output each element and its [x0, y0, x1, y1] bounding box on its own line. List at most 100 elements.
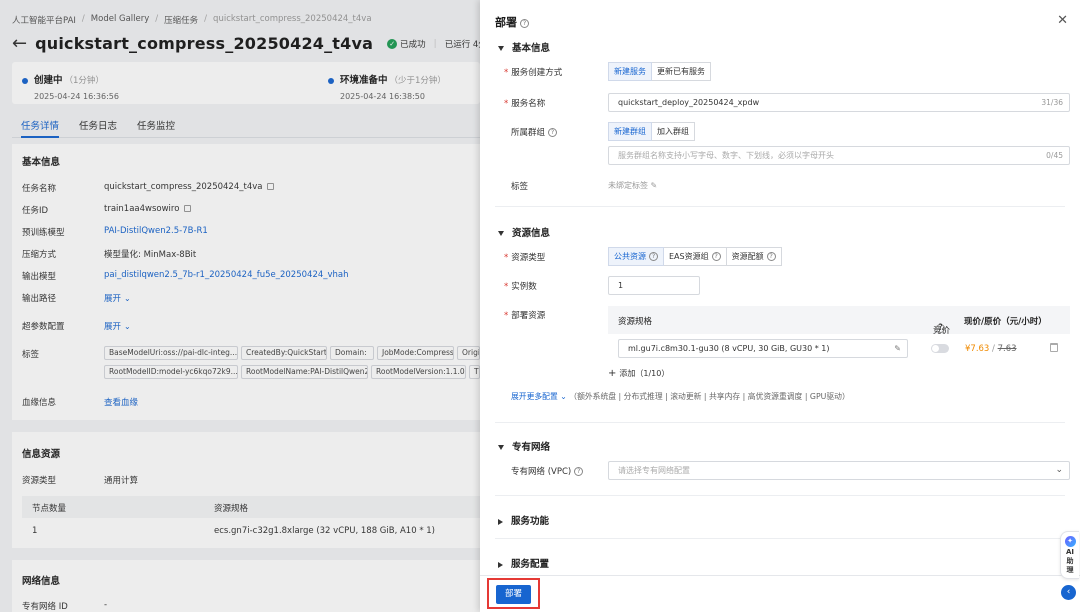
help-icon[interactable]: ? — [936, 324, 945, 333]
spec-cell: ecs.gn7i-c32g1.8xlarge (32 vCPU, 188 GiB… — [214, 526, 435, 536]
back-arrow-icon[interactable]: ← — [12, 34, 27, 53]
tab-job-details[interactable]: 任务详情 — [21, 112, 60, 138]
table-row: 1 ecs.gn7i-c32g1.8xlarge (32 vCPU, 188 G… — [22, 520, 480, 542]
resource-info-card: 信息资源 资源类型 通用计算 节点数量 资源规格 1 ecs.gn7i-c32g… — [12, 432, 480, 548]
divider — [495, 538, 1065, 539]
field-label: 专有网络 ID — [22, 602, 68, 612]
service-name-label: * 服务名称 — [504, 99, 546, 109]
caret-down-icon — [498, 46, 504, 51]
status-badge: ✓ 已成功 — [387, 38, 426, 50]
breadcrumb-item[interactable]: 压缩任务 — [164, 14, 198, 26]
output-path-expand[interactable]: 展开 ⌄ — [104, 292, 131, 304]
option-eas-resource-group[interactable]: EAS资源组? — [663, 247, 727, 266]
deploy-resource-label: * 部署资源 — [504, 311, 546, 321]
more-config-items: （额外系统盘 | 分布式推理 | 滚动更新 | 共享内存 | 高优资源重调度 |… — [569, 392, 850, 401]
ai-assistant-label: AI助理 — [1065, 548, 1075, 574]
breadcrumb-item[interactable]: Model Gallery — [91, 14, 150, 26]
option-new-service[interactable]: 新建服务 — [608, 62, 652, 81]
breadcrumb-item[interactable]: 人工智能平台PAI — [12, 14, 76, 26]
chevron-down-icon: ⌄ — [1055, 465, 1063, 475]
resource-table-header: 节点数量 资源规格 — [22, 496, 480, 518]
price-display: ¥7.63 / 7.63 — [965, 344, 1017, 354]
column-header: 节点数量 — [32, 504, 67, 514]
help-icon[interactable]: ? — [711, 252, 721, 261]
field-label: 血缘信息 — [22, 398, 57, 408]
resource-spec-table-header: 资源规格 竞价? 现价/原价（元/小时） — [608, 306, 1070, 336]
step-dot-icon — [22, 77, 28, 84]
pretrained-model-link[interactable]: PAI-DistilQwen2.5-7B-R1 — [104, 226, 208, 236]
copy-icon[interactable] — [184, 205, 192, 212]
divider — [495, 422, 1065, 423]
step-dot-icon — [328, 77, 334, 84]
group-label: 所属群组? — [511, 126, 558, 138]
tab-job-logs[interactable]: 任务日志 — [79, 112, 117, 138]
output-model-link[interactable]: pai_distilqwen2.5_7b-r1_20250424_fu5e_20… — [104, 270, 349, 280]
hyperparams-expand[interactable]: 展开 ⌄ — [104, 320, 131, 332]
step-env-prep: 环境准备中 （少于1分钟） 2025-04-24 16:38:50 — [328, 72, 446, 101]
section-service-features[interactable]: 服务功能 — [498, 513, 549, 527]
field-label: 任务ID — [22, 206, 49, 216]
caret-right-icon — [498, 518, 503, 525]
trash-icon[interactable] — [1050, 343, 1058, 352]
instances-input[interactable]: 1 — [608, 276, 700, 295]
highlight-box: 部署 — [487, 578, 540, 609]
help-icon[interactable]: ? — [548, 128, 558, 137]
step-creating: 创建中 （1分钟） 2025-04-24 16:36:56 — [22, 72, 119, 101]
option-resource-quota[interactable]: 资源配额? — [725, 247, 782, 266]
service-name-input[interactable]: quickstart_deploy_20250424_xpdw 31/36 — [608, 93, 1070, 112]
group-segment: 新建群组 加入群组 — [608, 122, 695, 141]
background-job-page: 人工智能平台PAI / Model Gallery / 压缩任务 / quicksta… — [0, 0, 480, 612]
job-name-value: quickstart_compress_20250424_t4va — [104, 182, 275, 192]
edit-icon[interactable]: ✎ — [894, 340, 901, 357]
network-info-card: 网络信息 专有网络 ID - — [12, 560, 480, 612]
option-update-service[interactable]: 更新已有服务 — [651, 62, 711, 81]
tag: CreatedBy:QuickStart — [241, 346, 327, 360]
char-count: 31/36 — [1041, 98, 1063, 107]
step-duration: （1分钟） — [64, 76, 104, 86]
caret-down-icon — [498, 231, 504, 236]
copy-icon[interactable] — [267, 183, 275, 190]
help-icon[interactable]: ? — [649, 252, 658, 261]
group-name-input[interactable]: 服务群组名称支持小写字母、数字、下划线，必须以字母开头 0/45 — [608, 146, 1070, 165]
resource-type-label: * 资源类型 — [504, 253, 546, 263]
option-new-group[interactable]: 新建群组 — [608, 122, 652, 141]
section-service-config[interactable]: 服务配置 — [498, 556, 549, 570]
step-time: 2025-04-24 16:36:56 — [34, 92, 119, 101]
section-resource-info[interactable]: 资源信息 — [498, 225, 550, 239]
divider: | — [433, 38, 437, 49]
current-price: ¥7.63 — [965, 344, 990, 354]
tab-job-monitor[interactable]: 任务监控 — [137, 112, 175, 138]
ai-assistant-button[interactable]: ✦ AI助理 — [1060, 531, 1079, 579]
deploy-button[interactable]: 部署 — [496, 585, 531, 604]
bid-toggle[interactable] — [931, 344, 949, 353]
plus-icon: + — [608, 368, 617, 379]
option-public-resource[interactable]: 公共资源? — [608, 247, 664, 266]
help-icon[interactable]: ? — [574, 467, 584, 476]
add-resource-button[interactable]: + 添加（1/10） — [608, 368, 669, 379]
job-id-value: train1aa4wsowiro — [104, 204, 192, 214]
collapse-icon[interactable]: ‹ — [1061, 585, 1076, 600]
help-icon[interactable]: ? — [520, 18, 529, 28]
lineage-link[interactable]: 查看血缘 — [104, 396, 138, 408]
chevron-down-icon: ⌄ — [124, 294, 131, 303]
edit-icon[interactable]: ✎ — [651, 181, 658, 190]
divider — [495, 206, 1065, 207]
help-icon[interactable]: ? — [766, 252, 776, 261]
resource-type-segment: 公共资源? EAS资源组? 资源配额? — [608, 247, 782, 266]
close-icon[interactable]: ✕ — [1057, 14, 1068, 27]
vpc-select[interactable]: 请选择专有网络配置 ⌄ — [608, 461, 1070, 480]
page-title: quickstart_compress_20250424_t4va — [35, 34, 374, 53]
option-join-group[interactable]: 加入群组 — [651, 122, 695, 141]
section-basic-info[interactable]: 基本信息 — [498, 40, 550, 54]
section-vpc[interactable]: 专有网络 — [498, 439, 550, 453]
column-header: 现价/原价（元/小时） — [964, 317, 1047, 327]
field-label: 压缩方式 — [22, 250, 57, 260]
resource-spec-select[interactable]: ml.gu7i.c8m30.1-gu30 (8 vCPU, 30 GiB, GU… — [618, 339, 908, 358]
tag-value[interactable]: 未绑定标签 ✎ — [608, 180, 657, 191]
tag: RootModelID:model-yc6kqo72k9... — [104, 365, 238, 379]
step-duration: （少于1分钟） — [389, 76, 446, 86]
field-label: 输出模型 — [22, 272, 57, 282]
tag-label: 标签 — [511, 182, 529, 192]
card-title: 网络信息 — [22, 576, 61, 587]
expand-more-config-link[interactable]: 展开更多配置 ⌄ — [511, 392, 567, 401]
